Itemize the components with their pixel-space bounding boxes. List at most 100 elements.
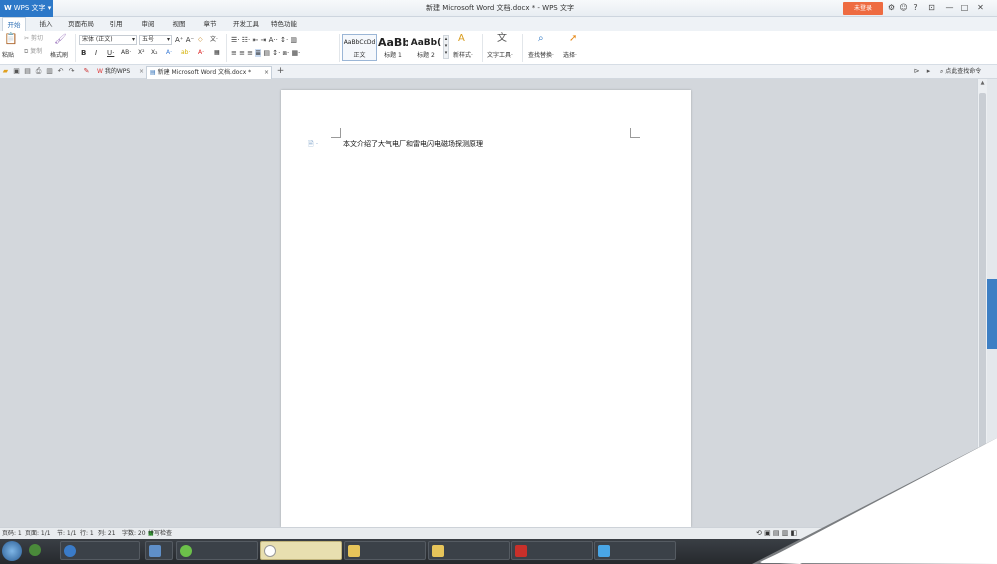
select-button[interactable]: 选择· <box>563 51 577 61</box>
scroll-down-icon[interactable]: ▼ <box>979 519 986 525</box>
document-page[interactable]: 🗎 · 本文介绍了大气电厂和雷电闪电磁场探测原理 <box>281 90 691 527</box>
find-replace-icon[interactable]: ⌕ <box>538 34 544 44</box>
redo-icon[interactable]: ↷ <box>67 67 76 76</box>
style-gallery-scroll[interactable]: ▴ ▾ ▾ <box>443 35 449 59</box>
app-icon <box>149 545 161 557</box>
close-tab-icon[interactable]: × <box>264 67 269 79</box>
format-painter-icon[interactable]: 🖌 <box>54 35 67 45</box>
style-heading-1[interactable]: AaBb 标题 1 <box>377 34 409 61</box>
ribbon-separator <box>522 34 523 62</box>
underline-button[interactable]: U· <box>107 48 114 58</box>
paragraph-handle-icon[interactable]: 🗎 · <box>308 140 318 151</box>
document-paragraph[interactable]: 本文介绍了大气电厂和雷电闪电磁场探测原理 <box>343 139 483 149</box>
format-painter-button[interactable]: 格式刷 <box>50 51 68 61</box>
tab-review[interactable]: 审阅 <box>136 17 160 31</box>
style-normal[interactable]: AaBbCcDd 正文 <box>342 34 377 61</box>
folder-icon <box>348 545 360 557</box>
export-pdf-icon[interactable]: ▥ <box>45 67 54 76</box>
tab-home[interactable]: 开始 <box>2 17 26 31</box>
app-menu-button[interactable]: W WPS 文字 ▾ <box>0 0 53 17</box>
collapse-ribbon-icon[interactable]: ⊳ <box>912 67 921 76</box>
app-icon <box>515 545 527 557</box>
subscript-button[interactable]: X₂ <box>151 48 158 58</box>
tab-references[interactable]: 引用 <box>104 17 128 31</box>
restore-ribbon-icon[interactable]: ⊡ <box>926 2 937 14</box>
start-button[interactable] <box>2 541 22 561</box>
minimize-button[interactable]: — <box>944 2 955 14</box>
close-tab-icon[interactable]: × <box>139 66 144 78</box>
margin-corner-top-left <box>331 128 341 138</box>
login-button[interactable]: 未登录 <box>843 2 883 15</box>
find-replace-button[interactable]: 查找替换· <box>528 51 554 61</box>
font-name-select[interactable]: 宋体 (正文) ▾ <box>79 35 137 45</box>
scrollbar-thumb[interactable] <box>979 93 986 448</box>
pinyin-icon[interactable]: 文· <box>210 35 218 45</box>
new-style-button[interactable]: 新样式· <box>453 51 473 61</box>
maximize-button[interactable]: □ <box>959 2 970 14</box>
status-bar: 页码: 1 页面: 1/1 节: 1/1 行: 1 列: 21 字数: 20 ■… <box>0 527 997 539</box>
paragraph-tools-row[interactable]: ☰· ☷· ⇤ ⇥ A·· ↕· ▥ <box>231 35 297 45</box>
taskbar-app-7[interactable] <box>428 541 510 560</box>
skin-icon[interactable]: ⚙ <box>886 2 897 14</box>
help-button[interactable]: ? <box>910 2 921 14</box>
tab-features[interactable]: 特色功能 <box>268 17 300 31</box>
char-border-icon[interactable]: ▦ <box>214 48 220 58</box>
italic-button[interactable]: I <box>95 48 97 58</box>
scroll-up-icon[interactable]: ▲ <box>979 80 986 86</box>
taskbar-app-8[interactable] <box>511 541 593 560</box>
new-tab-icon[interactable]: + <box>276 67 285 76</box>
clear-format-icon[interactable]: ◇ <box>198 35 203 45</box>
taskbar-app-browser[interactable] <box>60 541 140 560</box>
status-pages: 页面: 1/1 <box>25 530 51 537</box>
new-style-icon[interactable]: A <box>458 34 465 44</box>
copy-button[interactable]: ⧉ 复制 <box>24 47 42 57</box>
close-button[interactable]: ✕ <box>975 2 986 14</box>
font-size-select[interactable]: 五号 ▾ <box>139 35 172 45</box>
paste-icon[interactable]: 📋 <box>4 33 18 44</box>
tab-current-document[interactable]: ▤ 新建 Microsoft Word 文档.docx * × <box>146 66 272 79</box>
document-workspace: 🗎 · 本文介绍了大气电厂和雷电闪电磁场探测原理 <box>0 79 977 527</box>
taskbar-app-6[interactable] <box>344 541 426 560</box>
status-section: 节: 1/1 <box>57 530 77 537</box>
text-tools-icon[interactable]: 文 <box>497 34 507 44</box>
tab-insert[interactable]: 插入 <box>34 17 58 31</box>
grow-font-icon[interactable]: A⁺ A⁻ <box>175 35 194 45</box>
vertical-scrollbar[interactable]: ▲ ▼ <box>977 79 987 527</box>
tab-chapter[interactable]: 章节 <box>198 17 222 31</box>
tab-view[interactable]: 视图 <box>167 17 191 31</box>
paste-button[interactable]: 粘贴 <box>2 51 14 61</box>
cut-button[interactable]: ✂ 剪切 <box>24 34 43 44</box>
taskbar-app-1[interactable] <box>26 541 56 560</box>
select-icon[interactable]: ➚ <box>569 34 577 44</box>
style-heading-2[interactable]: AaBb( 标题 2 <box>409 34 443 61</box>
superscript-button[interactable]: X² <box>138 48 145 58</box>
taskbar-app-active[interactable] <box>260 541 342 560</box>
format-icon[interactable]: ▸ <box>924 67 933 76</box>
feedback-icon[interactable]: ☺ <box>898 2 909 14</box>
strikethrough-button[interactable]: AB· <box>121 48 131 58</box>
pin-icon[interactable]: ✎ <box>82 67 91 76</box>
highlight-icon[interactable]: ab· <box>181 48 190 58</box>
print-icon[interactable]: ⎙ <box>34 67 43 76</box>
tab-page-layout[interactable]: 页面布局 <box>64 17 98 31</box>
side-panel-toggle[interactable] <box>987 279 997 349</box>
tab-my-wps[interactable]: W 我的WPS × <box>94 66 146 79</box>
taskbar-app-9[interactable] <box>594 541 676 560</box>
status-word-count[interactable]: 字数: 20 <box>122 528 146 539</box>
app-icon <box>29 544 41 556</box>
save-icon[interactable]: ▣ <box>12 67 21 76</box>
align-tools-row[interactable]: ≡ ≡ ≡ ≣ ▤ ↕· ⧈· ▦· <box>231 48 300 58</box>
tab-developer[interactable]: 开发工具 <box>229 17 263 31</box>
bold-button[interactable]: B <box>81 48 86 58</box>
app-icon <box>180 545 192 557</box>
undo-icon[interactable]: ↶ <box>56 67 65 76</box>
text-effect-icon[interactable]: A· <box>166 48 172 58</box>
print-preview-icon[interactable]: ▤ <box>23 67 32 76</box>
command-search[interactable]: ⌕ 点此查找命令 <box>937 66 987 79</box>
open-icon[interactable]: ▰ <box>1 67 10 76</box>
font-color-icon[interactable]: A· <box>198 48 204 58</box>
taskbar-app-3[interactable] <box>145 541 173 560</box>
taskbar-app-4[interactable] <box>176 541 258 560</box>
view-mode-icons[interactable]: ⟲ ▣ ▤ ▥ ◧ <box>756 528 797 539</box>
text-tools-button[interactable]: 文字工具· <box>487 51 513 61</box>
